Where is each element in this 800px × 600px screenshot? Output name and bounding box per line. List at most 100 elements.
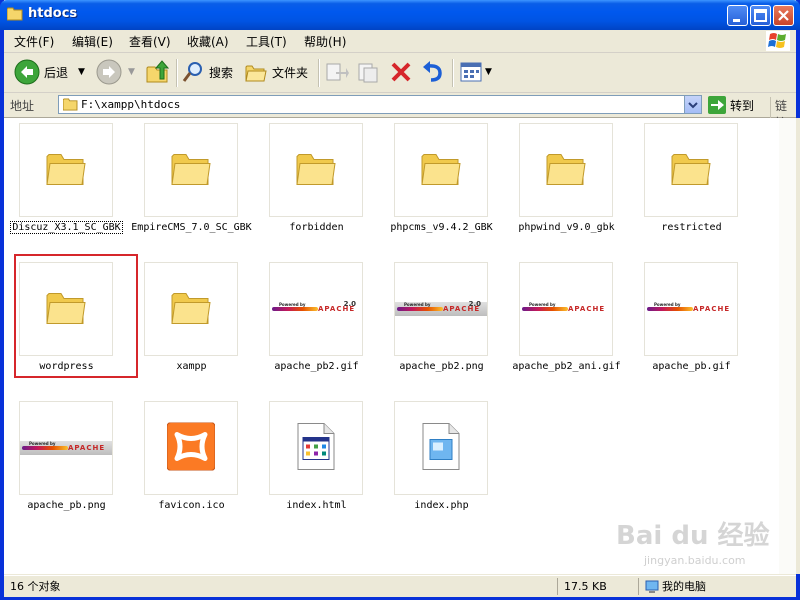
file-name: apache_pb.png	[27, 500, 106, 511]
file-item[interactable]: Powered by APACHE apache_pb.png	[4, 396, 129, 526]
file-item[interactable]: phpwind_v9.0_gbk	[504, 118, 629, 248]
file-item[interactable]: EmpireCMS_7.0_SC_GBK	[129, 118, 254, 248]
folders-icon	[245, 65, 267, 82]
apache-logo-thumbnail: Powered by APACHE	[645, 302, 737, 316]
menu-view[interactable]: 查看(V)	[129, 33, 171, 50]
menu-tools[interactable]: 工具(T)	[246, 33, 287, 50]
delete-button[interactable]	[388, 58, 414, 86]
file-name: apache_pb.gif	[652, 361, 731, 372]
xampp-icon	[166, 422, 216, 474]
status-zone-label: 我的电脑	[662, 580, 706, 593]
file-view: Discuz_X3.1_SC_GBK EmpireCMS_7.0_SC_GBK …	[4, 118, 800, 574]
file-item[interactable]: index.php	[379, 396, 504, 526]
go-label: 转到	[730, 98, 755, 113]
file-name: index.php	[414, 500, 469, 511]
file-item[interactable]: restricted	[629, 118, 754, 248]
folder-up-icon	[146, 60, 170, 83]
search-button[interactable]: 搜索	[181, 58, 233, 86]
menu-favorites[interactable]: 收藏(A)	[187, 33, 229, 50]
file-item[interactable]: Discuz_X3.1_SC_GBK	[4, 118, 129, 248]
file-name: index.html	[286, 500, 347, 511]
folder-icon	[421, 152, 461, 189]
status-object-count: 16 个对象	[10, 580, 61, 593]
status-size: 17.5 KB	[557, 578, 638, 595]
menu-edit[interactable]: 编辑(E)	[72, 33, 113, 50]
chevron-down-icon[interactable]: ▼	[485, 67, 492, 77]
address-value: F:\xampp\htdocs	[81, 98, 181, 111]
toolbar: 后退 ▼ ▼ 搜索 文件夹 ▼	[4, 53, 796, 93]
forward-button[interactable]: ▼	[96, 58, 135, 86]
file-item[interactable]: phpcms_v9.4.2_GBK	[379, 118, 504, 248]
copy-to-icon	[358, 63, 378, 83]
folder-icon	[671, 152, 711, 189]
watermark-url: jingyan.baidu.com	[644, 554, 746, 567]
file-name: phpcms_v9.4.2_GBK	[390, 222, 493, 233]
views-icon	[460, 62, 482, 82]
minimize-button[interactable]	[727, 5, 748, 26]
computer-icon	[645, 580, 659, 593]
address-dropdown-button[interactable]	[684, 96, 701, 113]
file-item[interactable]: xampp	[129, 257, 254, 387]
apache-logo-thumbnail: Powered by APACHE 2.0	[270, 300, 362, 316]
folder-icon	[46, 152, 86, 189]
folder-icon	[296, 152, 336, 189]
html-file-icon	[296, 423, 336, 474]
file-name: apache_pb2.png	[399, 361, 484, 372]
undo-button[interactable]	[420, 58, 446, 86]
go-arrow-icon	[708, 96, 726, 114]
file-name: xampp	[176, 361, 207, 372]
status-zone: 我的电脑	[638, 578, 795, 595]
move-to-button[interactable]	[324, 58, 350, 86]
apache-logo-thumbnail: Powered by APACHE	[520, 302, 612, 316]
address-bar: 地址 F:\xampp\htdocs 转到 链接	[4, 93, 796, 131]
go-button[interactable]: 转到	[708, 95, 754, 115]
status-bar: 16 个对象 17.5 KB 我的电脑	[4, 575, 796, 597]
close-button[interactable]	[773, 5, 794, 26]
views-button[interactable]: ▼	[459, 58, 492, 86]
folder-icon	[546, 152, 586, 189]
back-arrow-icon	[14, 59, 40, 85]
back-label: 后退	[44, 65, 69, 80]
move-to-icon	[326, 63, 349, 81]
folder-icon	[171, 152, 211, 189]
file-name: apache_pb2_ani.gif	[512, 361, 621, 372]
file-item[interactable]: forbidden	[254, 118, 379, 248]
file-item[interactable]: index.html	[254, 396, 379, 526]
file-item[interactable]: Powered by APACHE apache_pb.gif	[629, 257, 754, 387]
maximize-button[interactable]	[750, 5, 771, 26]
menu-file[interactable]: 文件(F)	[14, 33, 54, 50]
file-name: Discuz_X3.1_SC_GBK	[10, 221, 123, 234]
undo-icon	[423, 61, 442, 82]
address-label: 地址	[10, 99, 35, 113]
folders-button[interactable]: 文件夹	[244, 58, 308, 86]
apache-logo-thumbnail: Powered by APACHE	[20, 441, 112, 455]
windows-logo-icon	[766, 31, 790, 51]
file-item[interactable]: Powered by APACHE 2.0 apache_pb2.png	[379, 257, 504, 387]
selection-highlight	[14, 254, 138, 378]
file-name: phpwind_v9.0_gbk	[518, 222, 615, 233]
window-title: htdocs	[28, 6, 78, 21]
folders-label: 文件夹	[272, 65, 309, 80]
watermark-brand: Bai du 经验	[616, 521, 770, 551]
file-grid: Discuz_X3.1_SC_GBK EmpireCMS_7.0_SC_GBK …	[4, 118, 779, 574]
file-item[interactable]: Powered by APACHE 2.0 apache_pb2.gif	[254, 257, 379, 387]
file-name: restricted	[661, 222, 722, 233]
folder-icon	[6, 7, 23, 21]
chevron-down-icon[interactable]: ▼	[128, 67, 135, 77]
delete-x-icon	[391, 62, 411, 82]
file-name: forbidden	[289, 222, 344, 233]
menu-bar: 文件(F) 编辑(E) 查看(V) 收藏(A) 工具(T) 帮助(H)	[4, 30, 796, 53]
file-item[interactable]: Powered by APACHE apache_pb2_ani.gif	[504, 257, 629, 387]
up-folder-button[interactable]	[145, 58, 171, 86]
vertical-scrollbar[interactable]	[779, 118, 796, 574]
explorer-window: htdocs 文件(F) 编辑(E) 查看(V) 收藏(A) 工具(T) 帮助(…	[0, 0, 800, 600]
copy-to-button[interactable]	[356, 58, 382, 86]
title-bar[interactable]: htdocs	[0, 0, 800, 30]
file-item[interactable]: favicon.ico	[129, 396, 254, 526]
chevron-down-icon[interactable]: ▼	[78, 67, 85, 77]
menu-help[interactable]: 帮助(H)	[304, 33, 346, 50]
back-button[interactable]: 后退 ▼	[14, 58, 85, 86]
chevron-down-icon	[688, 102, 698, 109]
address-input[interactable]: F:\xampp\htdocs	[58, 95, 702, 114]
folder-icon	[171, 291, 211, 328]
